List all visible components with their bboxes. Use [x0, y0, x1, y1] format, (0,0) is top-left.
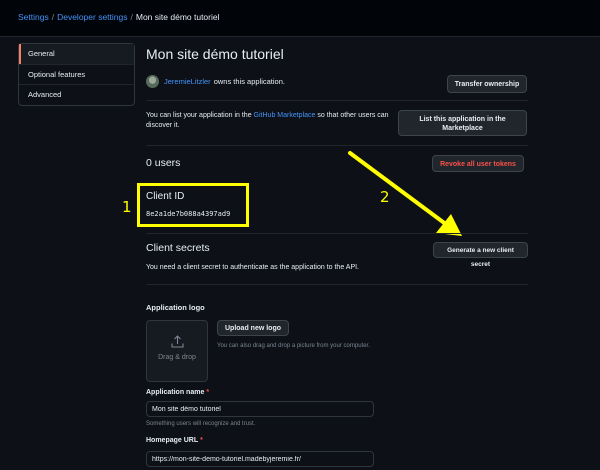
logo-drag-hint: You can also drag and drop a picture fro…	[217, 343, 370, 349]
application-name-label: Application name *	[146, 389, 209, 396]
client-secrets-title: Client secrets	[146, 242, 210, 254]
sidebar-item-advanced[interactable]: Advanced	[19, 84, 134, 105]
breadcrumb: Settings / Developer settings / Mon site dém…	[18, 12, 220, 22]
owner-link[interactable]: JeremieLitzler	[164, 77, 211, 86]
sidebar-item-general[interactable]: General	[19, 44, 134, 64]
users-count: 0 users	[146, 157, 181, 169]
homepage-url-label-text: Homepage URL	[146, 437, 199, 444]
application-name-label-text: Application name	[146, 389, 205, 396]
breadcrumb-settings[interactable]: Settings	[18, 12, 49, 22]
drag-drop-text: Drag & drop	[158, 354, 196, 361]
annotation-marker-2: 2	[380, 188, 390, 206]
upload-logo-button[interactable]: Upload new logo	[217, 320, 289, 336]
divider	[146, 233, 528, 234]
marketplace-description: You can list your application in the Git…	[146, 111, 396, 131]
avatar[interactable]	[146, 75, 159, 88]
client-secrets-description: You need a client secret to authenticate…	[146, 264, 360, 271]
application-logo-label: Application logo	[146, 303, 205, 312]
divider	[146, 284, 528, 285]
required-marker: *	[200, 437, 203, 444]
owner-text: owns this application.	[213, 77, 285, 86]
marketplace-text-before: You can list your application in the	[146, 112, 252, 119]
page-title: Mon site démo tutoriel	[146, 46, 284, 62]
divider	[146, 145, 528, 146]
sidebar-item-optional-features[interactable]: Optional features	[19, 63, 134, 85]
client-id-highlight-box	[137, 183, 249, 227]
settings-sidebar: General Optional features Advanced	[18, 43, 135, 106]
divider	[146, 100, 528, 101]
homepage-url-label: Homepage URL *	[146, 437, 203, 444]
top-bar: Settings / Developer settings / Mon site dém…	[0, 0, 600, 37]
breadcrumb-separator: /	[51, 12, 55, 22]
transfer-ownership-button[interactable]: Transfer ownership	[447, 75, 527, 93]
required-marker: *	[206, 389, 210, 396]
upload-icon	[171, 335, 184, 348]
revoke-tokens-button[interactable]: Revoke all user tokens	[432, 155, 524, 172]
owner-row: JeremieLitzler owns this application.	[146, 75, 285, 88]
application-name-hint: Something users will recognize and trust…	[146, 421, 256, 427]
breadcrumb-developer-settings[interactable]: Developer settings	[57, 12, 127, 22]
marketplace-link[interactable]: GitHub Marketplace	[254, 112, 316, 119]
breadcrumb-current: Mon site démo tutoriel	[135, 12, 220, 22]
generate-client-secret-button[interactable]: Generate a new client secret	[433, 242, 528, 268]
homepage-url-input[interactable]	[146, 451, 374, 467]
client-id-label: Client ID	[146, 191, 185, 202]
annotation-marker-1: 1	[122, 198, 132, 216]
breadcrumb-separator: /	[130, 12, 133, 22]
logo-dropzone[interactable]: Drag & drop	[146, 320, 208, 382]
application-name-input[interactable]	[146, 401, 374, 417]
list-in-marketplace-button[interactable]: List this application in the Marketplace	[398, 110, 527, 136]
client-id-value: 8e2a1de7b088a4397ad9	[146, 210, 231, 218]
